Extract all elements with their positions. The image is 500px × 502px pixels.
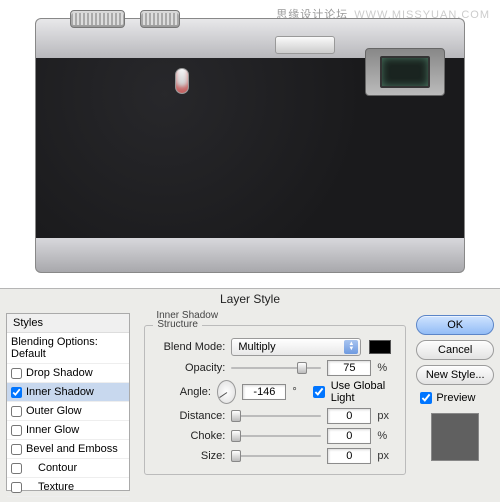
label-contour: Contour: [26, 462, 77, 474]
style-row-inner-shadow[interactable]: Inner Shadow: [7, 383, 129, 402]
size-label: Size:: [155, 450, 225, 462]
choke-row: Choke: %: [155, 428, 395, 444]
camera-dial-left: [70, 10, 125, 28]
slider-thumb[interactable]: [231, 430, 241, 442]
label-inner-glow: Inner Glow: [26, 424, 79, 436]
label-texture: Texture: [26, 481, 74, 493]
choke-slider[interactable]: [231, 429, 321, 443]
opacity-slider[interactable]: [231, 361, 321, 375]
angle-dial[interactable]: [217, 380, 236, 404]
preview-checkbox[interactable]: [420, 392, 432, 404]
checkbox-bevel[interactable]: [11, 444, 22, 455]
opacity-row: Opacity: %: [155, 360, 395, 376]
checkbox-inner-shadow[interactable]: [11, 387, 22, 398]
blending-options-row[interactable]: Blending Options: Default: [7, 333, 129, 364]
camera-illustration: [35, 18, 465, 273]
blending-options-label: Blending Options: Default: [11, 336, 125, 360]
style-row-outer-glow[interactable]: Outer Glow: [7, 402, 129, 421]
checkbox-texture[interactable]: [11, 482, 22, 493]
style-row-bevel[interactable]: Bevel and Emboss: [7, 440, 129, 459]
select-arrows-icon: ▲▼: [344, 340, 358, 354]
cancel-button[interactable]: Cancel: [416, 340, 494, 360]
size-unit: px: [377, 450, 395, 462]
angle-label: Angle:: [155, 386, 211, 398]
checkbox-inner-glow[interactable]: [11, 425, 22, 436]
settings-panel: Inner Shadow Structure Blend Mode: Multi…: [130, 311, 416, 491]
blend-mode-value: Multiply: [238, 341, 275, 353]
checkbox-contour[interactable]: [11, 463, 22, 474]
camera-flash: [275, 36, 335, 54]
cancel-label: Cancel: [438, 344, 472, 356]
ok-label: OK: [447, 319, 463, 331]
label-outer-glow: Outer Glow: [26, 405, 82, 417]
style-row-drop-shadow[interactable]: Drop Shadow: [7, 364, 129, 383]
choke-label: Choke:: [155, 430, 225, 442]
canvas-preview: [0, 0, 500, 290]
preview-row: Preview: [416, 392, 494, 404]
global-light-label: Use Global Light: [331, 380, 396, 404]
camera-bottom-plate: [35, 238, 465, 273]
camera-viewfinder: [365, 48, 445, 96]
style-row-texture[interactable]: Texture: [7, 478, 129, 497]
new-style-button[interactable]: New Style...: [416, 365, 494, 385]
slider-thumb[interactable]: [231, 410, 241, 422]
new-style-label: New Style...: [426, 369, 485, 381]
distance-slider[interactable]: [231, 409, 321, 423]
camera-dial-right: [140, 10, 180, 28]
distance-label: Distance:: [155, 410, 225, 422]
opacity-unit: %: [377, 362, 395, 374]
distance-unit: px: [377, 410, 395, 422]
preview-label: Preview: [436, 392, 475, 404]
styles-list: Styles Blending Options: Default Drop Sh…: [6, 313, 130, 491]
checkbox-outer-glow[interactable]: [11, 406, 22, 417]
label-inner-shadow: Inner Shadow: [26, 386, 94, 398]
structure-fieldset: Structure Blend Mode: Multiply ▲▼ Opacit…: [144, 325, 406, 475]
distance-row: Distance: px: [155, 408, 395, 424]
angle-input[interactable]: [242, 384, 286, 400]
choke-input[interactable]: [327, 428, 371, 444]
global-light-checkbox[interactable]: [313, 386, 325, 398]
shadow-color-swatch[interactable]: [369, 340, 391, 354]
size-row: Size: px: [155, 448, 395, 464]
slider-thumb[interactable]: [297, 362, 307, 374]
style-row-contour[interactable]: Contour: [7, 459, 129, 478]
distance-input[interactable]: [327, 408, 371, 424]
blend-mode-label: Blend Mode:: [155, 341, 225, 353]
styles-header[interactable]: Styles: [7, 314, 129, 333]
dialog-title: Layer Style: [0, 289, 500, 311]
angle-unit: °: [292, 386, 306, 398]
structure-legend: Structure: [153, 319, 202, 330]
angle-row: Angle: ° Use Global Light: [155, 380, 395, 404]
choke-unit: %: [377, 430, 395, 442]
layer-style-dialog: Layer Style Styles Blending Options: Def…: [0, 288, 500, 502]
style-row-inner-glow[interactable]: Inner Glow: [7, 421, 129, 440]
opacity-input[interactable]: [327, 360, 371, 376]
opacity-label: Opacity:: [155, 362, 225, 374]
label-bevel: Bevel and Emboss: [26, 443, 118, 455]
viewfinder-glass: [380, 56, 430, 88]
blend-mode-select[interactable]: Multiply ▲▼: [231, 338, 361, 356]
size-slider[interactable]: [231, 449, 321, 463]
slider-thumb[interactable]: [231, 450, 241, 462]
size-input[interactable]: [327, 448, 371, 464]
ok-button[interactable]: OK: [416, 315, 494, 335]
preview-swatch: [431, 413, 479, 461]
dialog-buttons: OK Cancel New Style... Preview: [416, 311, 500, 491]
blend-mode-row: Blend Mode: Multiply ▲▼: [155, 338, 395, 356]
checkbox-drop-shadow[interactable]: [11, 368, 22, 379]
label-drop-shadow: Drop Shadow: [26, 367, 93, 379]
camera-red-button: [175, 68, 189, 94]
